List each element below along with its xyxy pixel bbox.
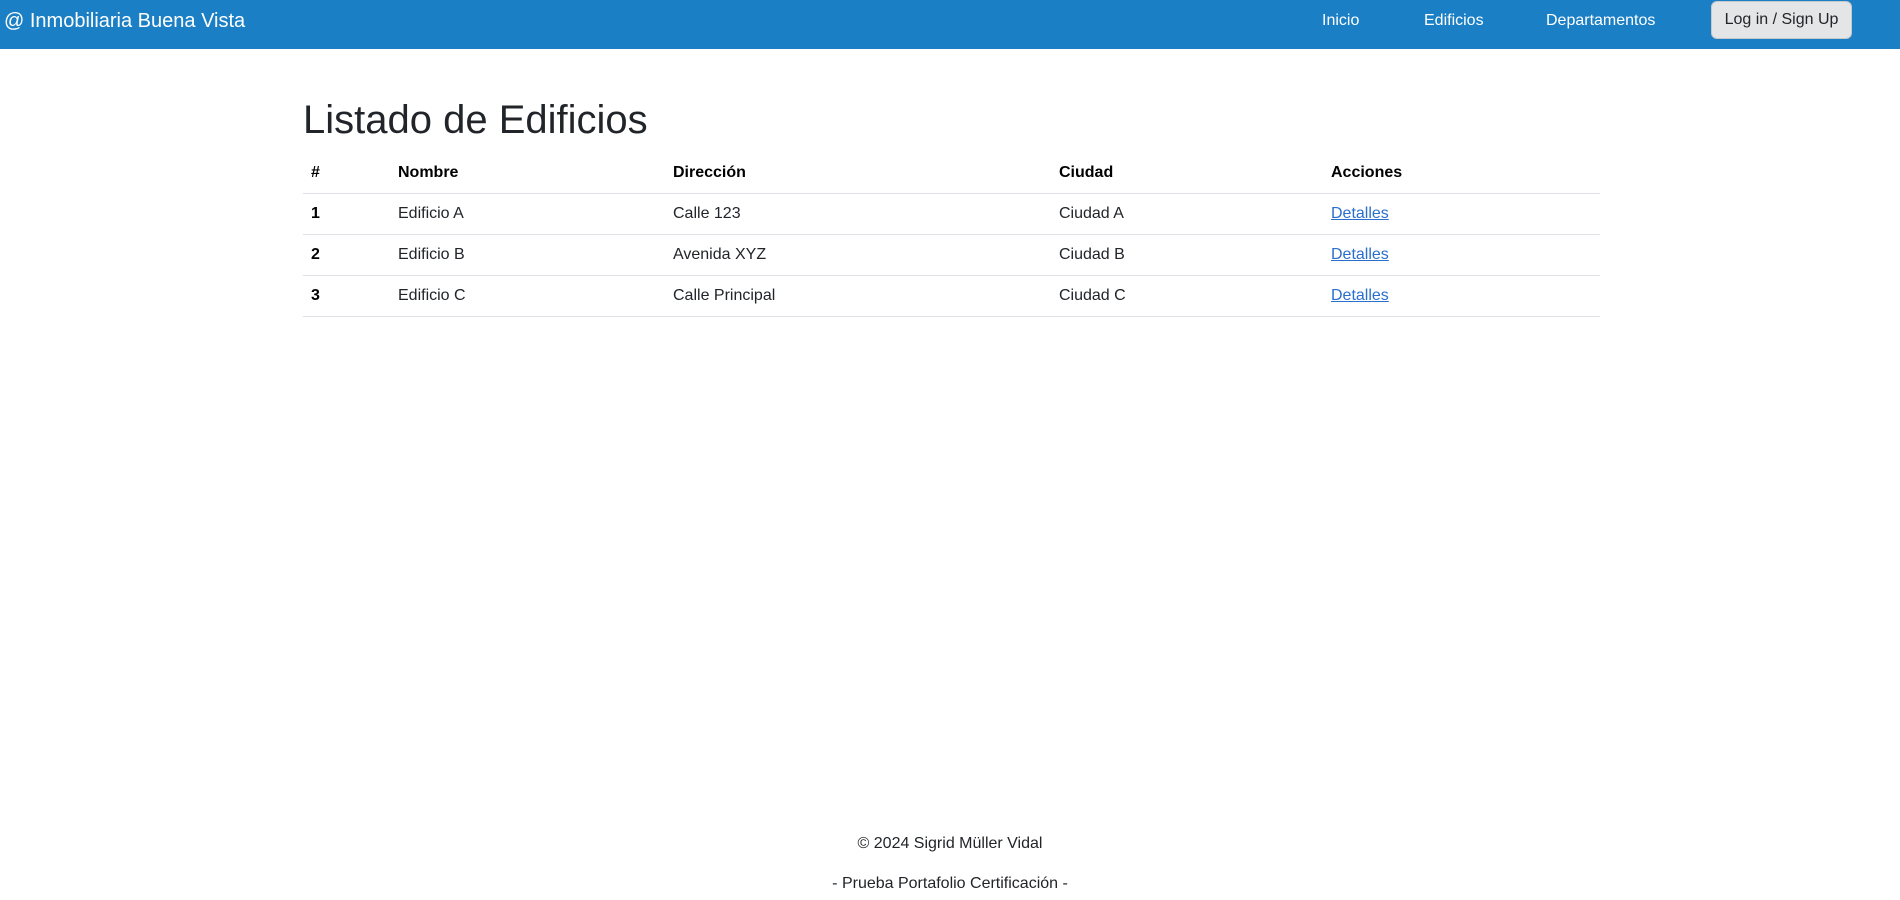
row-number: 3: [303, 275, 390, 317]
row-number: 2: [303, 234, 390, 276]
header-acciones: Acciones: [1323, 153, 1600, 194]
nav-link-inicio[interactable]: Inicio: [1322, 12, 1359, 30]
row-ciudad: Ciudad B: [1051, 234, 1323, 276]
details-link[interactable]: Detalles: [1331, 287, 1389, 304]
table-row: 3 Edificio C Calle Principal Ciudad C De…: [303, 275, 1600, 317]
table-row: 2 Edificio B Avenida XYZ Ciudad B Detall…: [303, 234, 1600, 276]
details-link[interactable]: Detalles: [1331, 205, 1389, 222]
page-title: Listado de Edificios: [303, 98, 648, 142]
details-link[interactable]: Detalles: [1331, 246, 1389, 263]
row-acciones: Detalles: [1323, 275, 1600, 317]
login-signup-button[interactable]: Log in / Sign Up: [1711, 1, 1852, 39]
header-nombre: Nombre: [390, 153, 665, 194]
row-ciudad: Ciudad A: [1051, 193, 1323, 235]
row-acciones: Detalles: [1323, 193, 1600, 235]
row-nombre: Edificio C: [390, 275, 665, 317]
row-nombre: Edificio A: [390, 193, 665, 235]
buildings-table: # Nombre Dirección Ciudad Acciones 1 Edi…: [303, 153, 1600, 317]
header-ciudad: Ciudad: [1051, 153, 1323, 194]
top-navbar: @ Inmobiliaria Buena Vista Inicio Edific…: [0, 0, 1900, 49]
row-direccion: Calle Principal: [665, 275, 1051, 317]
footer-copyright: © 2024 Sigrid Müller Vidal: [857, 835, 1043, 852]
row-acciones: Detalles: [1323, 234, 1600, 276]
nav-link-departamentos[interactable]: Departamentos: [1546, 12, 1655, 30]
row-direccion: Calle 123: [665, 193, 1051, 235]
table-header-row: # Nombre Dirección Ciudad Acciones: [303, 153, 1600, 194]
row-ciudad: Ciudad C: [1051, 275, 1323, 317]
brand-logo[interactable]: @ Inmobiliaria Buena Vista: [4, 10, 245, 33]
row-direccion: Avenida XYZ: [665, 234, 1051, 276]
row-nombre: Edificio B: [390, 234, 665, 276]
row-number: 1: [303, 193, 390, 235]
nav-link-edificios[interactable]: Edificios: [1424, 12, 1484, 30]
footer-subtitle: - Prueba Portafolio Certificación -: [832, 875, 1068, 892]
header-direccion: Dirección: [665, 153, 1051, 194]
header-number: #: [303, 153, 390, 194]
table-row: 1 Edificio A Calle 123 Ciudad A Detalles: [303, 193, 1600, 235]
